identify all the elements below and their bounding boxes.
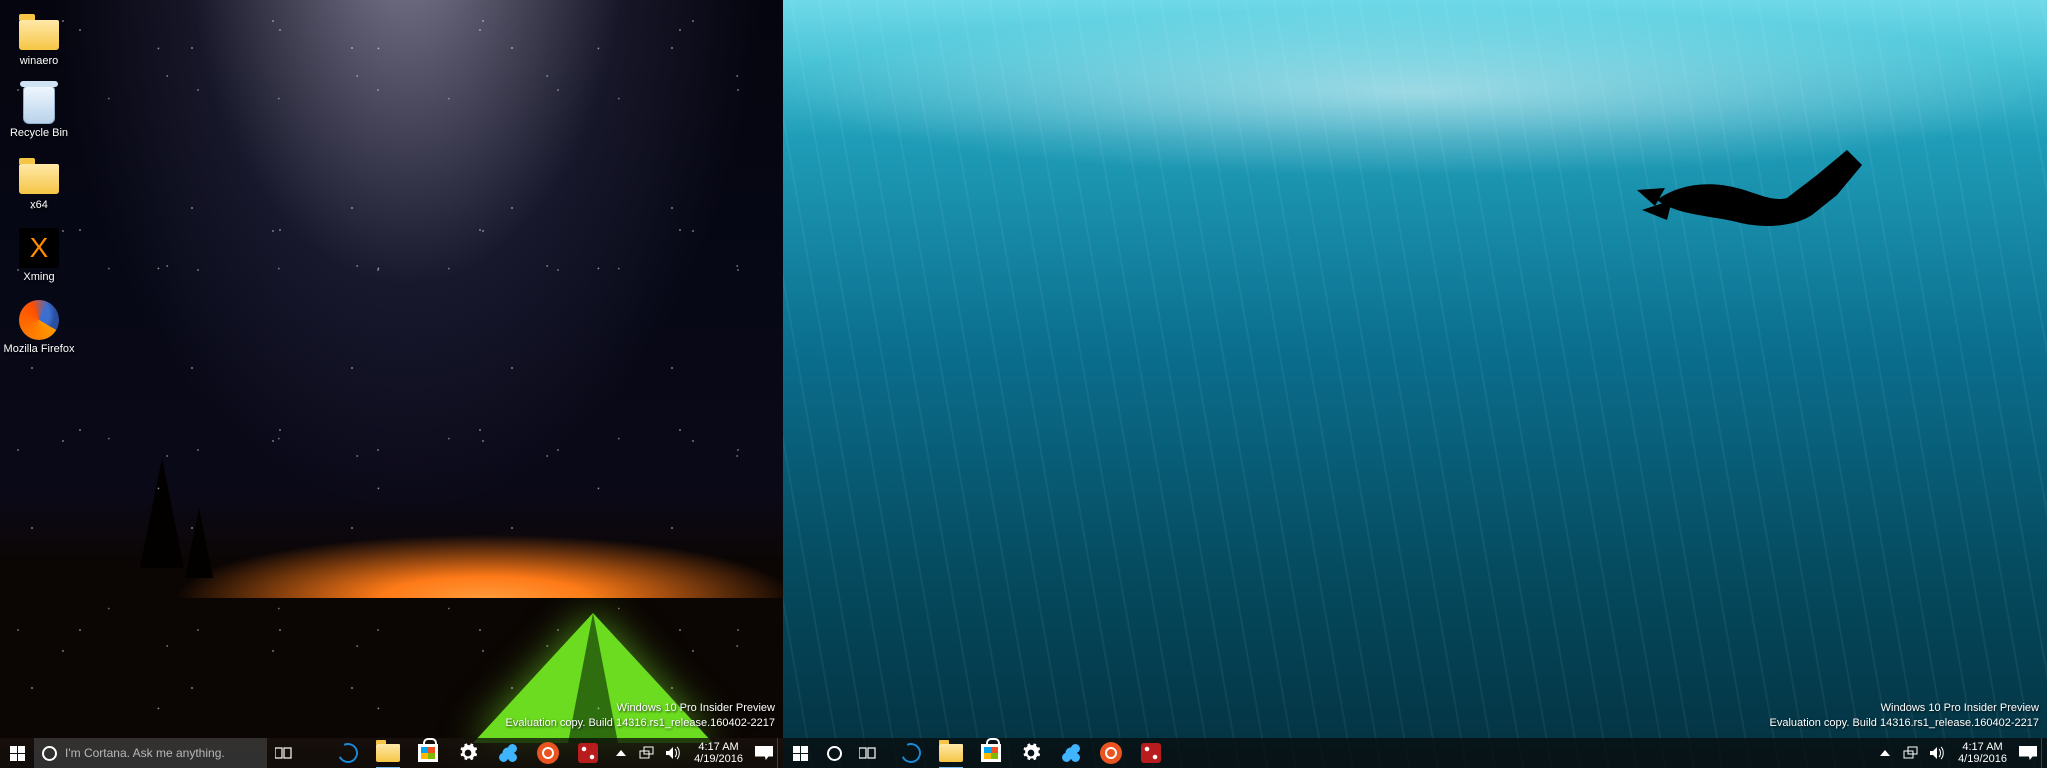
taskbar: 4:17 AM 4/19/2016 (783, 738, 2047, 768)
action-center-button[interactable] (2015, 738, 2041, 768)
screen-right: Windows 10 Pro Insider Preview Evaluatio… (783, 0, 2047, 768)
desktop-icon-label: Mozilla Firefox (4, 343, 75, 355)
taskbar-file-explorer[interactable] (368, 738, 408, 768)
clock-time: 4:17 AM (1958, 741, 2007, 753)
taskbar-clock[interactable]: 4:17 AM 4/19/2016 (1950, 741, 2015, 765)
chevron-up-icon (616, 750, 626, 756)
firefox-icon (19, 300, 59, 340)
wallpaper-night[interactable] (0, 0, 783, 768)
start-button[interactable] (783, 738, 817, 768)
task-view-button[interactable] (267, 738, 301, 768)
pinned-apps (891, 738, 1171, 768)
clock-date: 4/19/2016 (1958, 753, 2007, 765)
action-center-button[interactable] (751, 738, 777, 768)
windows-watermark: Windows 10 Pro Insider Preview Evaluatio… (506, 701, 776, 730)
store-icon (418, 744, 438, 762)
wallpaper-tree (185, 508, 213, 578)
desktop-icon-x64[interactable]: x64 (2, 154, 76, 222)
taskbar-settings[interactable] (1011, 738, 1051, 768)
taskbar-settings[interactable] (448, 738, 488, 768)
desktop-icon-label: Recycle Bin (10, 127, 68, 139)
taskbar-store[interactable] (408, 738, 448, 768)
store-icon (981, 744, 1001, 762)
task-view-button[interactable] (851, 738, 885, 768)
desktop-icon-label: x64 (30, 199, 48, 211)
taskbar-app1[interactable] (488, 738, 528, 768)
recycle-bin-icon (23, 86, 55, 124)
task-view-icon (859, 746, 877, 760)
wallpaper-tree (140, 458, 184, 568)
xming-icon: X (19, 228, 59, 268)
clock-date: 4/19/2016 (694, 753, 743, 765)
cortana-icon (827, 746, 842, 761)
desktop-icon-label: Xming (23, 271, 54, 283)
taskbar-edge[interactable] (891, 738, 931, 768)
system-tray: 4:17 AM 4/19/2016 (608, 738, 783, 768)
taskbar-store[interactable] (971, 738, 1011, 768)
taskbar-edge[interactable] (328, 738, 368, 768)
ubuntu-icon (537, 742, 559, 764)
volume-icon (665, 746, 681, 760)
watermark-line2: Evaluation copy. Build 14316.rs1_release… (506, 716, 776, 730)
watermark-line2: Evaluation copy. Build 14316.rs1_release… (1770, 716, 2040, 730)
edge-icon (335, 740, 361, 766)
taskbar-app2[interactable] (568, 738, 608, 768)
file-explorer-icon (376, 744, 400, 762)
folder-icon (19, 164, 59, 194)
desktop-icon-label: winaero (20, 55, 59, 67)
windows-logo-icon (10, 746, 25, 761)
file-explorer-icon (939, 744, 963, 762)
network-icon (1903, 746, 1919, 760)
desktop-icon-winaero[interactable]: winaero (2, 10, 76, 78)
folder-icon (19, 20, 59, 50)
windows-watermark: Windows 10 Pro Insider Preview Evaluatio… (1770, 701, 2040, 730)
pinned-apps (328, 738, 608, 768)
dice-icon (1141, 743, 1161, 763)
watermark-line1: Windows 10 Pro Insider Preview (1770, 701, 2040, 715)
taskbar-app1[interactable] (1051, 738, 1091, 768)
start-button[interactable] (0, 738, 34, 768)
tray-network[interactable] (634, 738, 660, 768)
taskbar-app2[interactable] (1131, 738, 1171, 768)
cortana-search[interactable]: I'm Cortana. Ask me anything. (34, 738, 267, 768)
task-view-icon (275, 746, 293, 760)
clock-time: 4:17 AM (694, 741, 743, 753)
taskbar-clock[interactable]: 4:17 AM 4/19/2016 (686, 741, 751, 765)
tray-overflow[interactable] (1872, 738, 1898, 768)
gear-icon (458, 743, 478, 763)
volume-icon (1929, 746, 1945, 760)
desktop-icons: winaero Recycle Bin x64 X Xming Mozilla … (2, 10, 80, 370)
cortana-icon (42, 746, 57, 761)
tray-overflow[interactable] (608, 738, 634, 768)
windows-logo-icon (793, 746, 808, 761)
network-icon (639, 746, 655, 760)
cortana-button[interactable] (817, 738, 851, 768)
gear-icon (1021, 743, 1041, 763)
taskbar-ubuntu[interactable] (1091, 738, 1131, 768)
dice-icon (578, 743, 598, 763)
tray-volume[interactable] (660, 738, 686, 768)
watermark-line1: Windows 10 Pro Insider Preview (506, 701, 776, 715)
app-icon (497, 742, 519, 764)
action-center-icon (2019, 746, 2037, 760)
tray-network[interactable] (1898, 738, 1924, 768)
taskbar-ubuntu[interactable] (528, 738, 568, 768)
app-icon (1060, 742, 1082, 764)
tray-volume[interactable] (1924, 738, 1950, 768)
taskbar: I'm Cortana. Ask me anything. (0, 738, 783, 768)
edge-icon (898, 740, 924, 766)
action-center-icon (755, 746, 773, 760)
desktop-icon-xming[interactable]: X Xming (2, 226, 76, 294)
show-desktop-button[interactable] (2041, 738, 2047, 768)
taskbar-file-explorer[interactable] (931, 738, 971, 768)
system-tray: 4:17 AM 4/19/2016 (1872, 738, 2047, 768)
desktop-icon-recycle-bin[interactable]: Recycle Bin (2, 82, 76, 150)
wallpaper-diver (1637, 130, 1867, 250)
desktop-icon-firefox[interactable]: Mozilla Firefox (2, 298, 76, 366)
screen-left: winaero Recycle Bin x64 X Xming Mozilla … (0, 0, 783, 768)
chevron-up-icon (1880, 750, 1890, 756)
wallpaper-underwater[interactable] (783, 0, 2047, 768)
ubuntu-icon (1100, 742, 1122, 764)
cortana-placeholder: I'm Cortana. Ask me anything. (65, 746, 225, 760)
